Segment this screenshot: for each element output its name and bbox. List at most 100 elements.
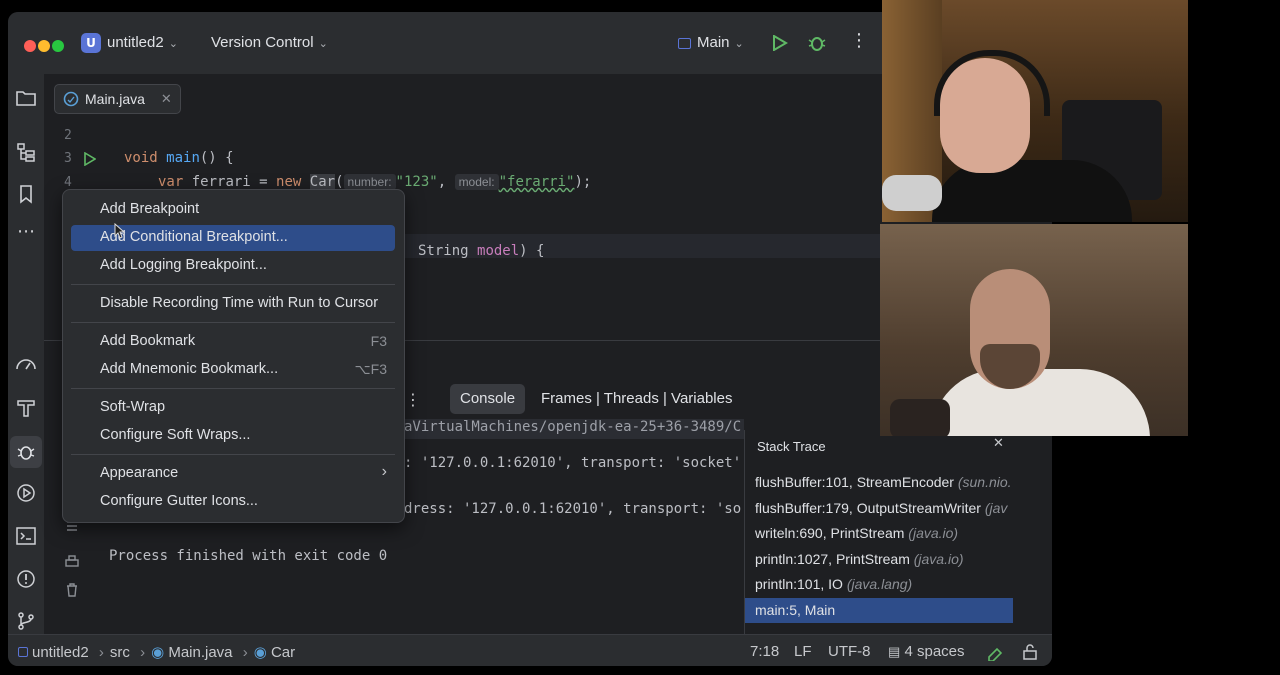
run-config-selector[interactable]: Main ⌄: [678, 34, 744, 51]
chevron-down-icon: ⌄: [734, 38, 744, 50]
left-tool-strip: ⋯: [8, 74, 44, 634]
run-icon[interactable]: [772, 35, 788, 51]
lock-icon[interactable]: [1022, 643, 1038, 661]
file-encoding[interactable]: UTF-8: [828, 643, 871, 660]
problems-icon[interactable]: [14, 567, 38, 591]
java-class-icon: [63, 91, 79, 107]
breadcrumb-class[interactable]: Car: [271, 644, 295, 661]
java-class-icon: ◉: [151, 644, 165, 661]
param-hint: number:: [343, 174, 396, 190]
console-line: Process finished with exit code 0: [109, 548, 388, 564]
structure-icon[interactable]: [14, 140, 38, 164]
print-icon[interactable]: [64, 554, 80, 570]
menu-separator: [71, 284, 395, 285]
line-separator[interactable]: LF: [794, 643, 812, 660]
breadcrumb: untitled2 › src › ◉ Main.java › ◉ Car: [18, 643, 295, 661]
chevron-down-icon: ⌄: [318, 38, 328, 50]
tab-console[interactable]: Console: [450, 384, 526, 414]
headphones: [934, 50, 1050, 116]
run-gutter-icon[interactable]: [84, 152, 96, 166]
console-line: dress: '127.0.0.1:62010', transport: 'so: [404, 501, 742, 517]
param-hint: model:: [454, 174, 499, 190]
menu-item-add-logging-breakpoint[interactable]: Add Logging Breakpoint...: [71, 253, 395, 279]
debug-icon[interactable]: [808, 34, 826, 52]
chevron-right-icon: ›: [98, 644, 104, 661]
project-badge[interactable]: U: [81, 33, 101, 53]
code-line-ctor: String model) {: [418, 243, 545, 259]
stack-frame[interactable]: println:1027, PrintStream (java.io): [745, 547, 1013, 572]
more-tools-icon[interactable]: ⋯: [14, 220, 38, 244]
trash-icon[interactable]: [64, 582, 80, 598]
menu-item-add-breakpoint[interactable]: Add Breakpoint: [71, 197, 395, 223]
microphone: [890, 399, 950, 436]
zoom-window-button[interactable]: [52, 40, 64, 52]
project-selector[interactable]: untitled2 ⌄: [107, 34, 178, 51]
terminal-icon[interactable]: [14, 524, 38, 548]
menu-separator: [71, 454, 395, 455]
line-number: 2: [64, 128, 72, 143]
run-config-label: Main: [697, 34, 730, 51]
stack-trace-title: Stack Trace: [757, 439, 826, 454]
code-line-3: void main() {: [124, 150, 234, 166]
indent-setting[interactable]: ▤ 4 spaces: [888, 643, 965, 660]
breadcrumb-file[interactable]: Main.java: [168, 644, 232, 661]
tab-main-java[interactable]: Main.java ✕: [54, 84, 181, 114]
chevron-right-icon: ›: [242, 644, 248, 661]
stack-frame[interactable]: flushBuffer:179, OutputStreamWriter (jav: [745, 496, 1013, 521]
chevron-right-icon: ›: [140, 644, 146, 661]
module-icon: [18, 647, 28, 657]
bookmark-icon[interactable]: [14, 182, 38, 206]
build-icon[interactable]: [14, 396, 38, 420]
menu-item-configure-soft-wraps[interactable]: Configure Soft Wraps...: [71, 423, 395, 449]
close-icon[interactable]: ✕: [993, 436, 1004, 451]
vcs-menu[interactable]: Version Control ⌄: [211, 34, 328, 51]
stack-trace-panel: Stack Trace ✕ flushBuffer:101, StreamEnc…: [744, 430, 1015, 634]
profiler-icon[interactable]: [14, 353, 38, 377]
code-style-icon[interactable]: [986, 643, 1004, 661]
breadcrumb-src[interactable]: src: [110, 644, 130, 661]
folder-icon[interactable]: [14, 86, 38, 110]
vcs-label: Version Control: [211, 34, 314, 51]
stack-frame[interactable]: flushBuffer:101, StreamEncoder (sun.nio.: [745, 470, 1013, 495]
status-bar: untitled2 › src › ◉ Main.java › ◉ Car 7:18 …: [8, 634, 1052, 666]
menu-item-disable-recording-time[interactable]: Disable Recording Time with Run to Curso…: [71, 291, 395, 317]
person-shoulders: [930, 369, 1150, 436]
debug-tool-active[interactable]: [10, 436, 42, 468]
menu-separator: [71, 388, 395, 389]
indent-icon: ▤: [888, 644, 901, 659]
menu-item-appearance[interactable]: Appearance ›: [71, 461, 395, 487]
chevron-down-icon: ⌄: [168, 38, 178, 50]
git-icon[interactable]: [14, 609, 38, 633]
run-config-icon: [678, 37, 691, 49]
code-line-4: var ferrari = new Car(number: "123", mode…: [158, 174, 592, 190]
line-number: 4: [64, 175, 72, 190]
menu-item-add-mnemonic-bookmark[interactable]: Add Mnemonic Bookmark... ⌥F3: [71, 357, 395, 383]
more-options-icon[interactable]: ⋮: [405, 390, 421, 409]
stack-frame[interactable]: println:101, IO (java.lang): [745, 572, 1013, 597]
microphone: [882, 175, 942, 211]
menu-item-soft-wrap[interactable]: Soft-Wrap: [71, 395, 395, 421]
close-icon[interactable]: ✕: [161, 91, 172, 107]
run-tool-icon[interactable]: [14, 481, 38, 505]
close-window-button[interactable]: [24, 40, 36, 52]
console-line: : '127.0.0.1:62010', transport: 'socket': [404, 455, 742, 471]
menu-item-configure-gutter-icons[interactable]: Configure Gutter Icons...: [71, 489, 395, 515]
caret-position[interactable]: 7:18: [750, 643, 779, 660]
tab-frames-threads-variables[interactable]: Frames | Threads | Variables: [541, 390, 732, 407]
breadcrumb-project[interactable]: untitled2: [32, 644, 89, 661]
menu-item-add-bookmark[interactable]: Add Bookmark F3: [71, 329, 395, 355]
person-shoulders: [932, 160, 1132, 222]
stack-frame[interactable]: writeln:690, PrintStream (java.io): [745, 521, 1013, 546]
menu-separator: [71, 322, 395, 323]
more-options-icon[interactable]: ⋮: [850, 32, 868, 50]
chevron-right-icon: ›: [381, 463, 387, 480]
webcam-feed-2: [880, 224, 1188, 436]
webcam-feed-1: [882, 0, 1188, 222]
minimize-window-button[interactable]: [38, 40, 50, 52]
gutter-context-menu: Add Breakpoint Add Conditional Breakpoin…: [62, 189, 405, 523]
project-name: untitled2: [107, 34, 164, 51]
tab-label: Main.java: [85, 91, 145, 107]
mouse-cursor-icon: [114, 223, 126, 239]
stack-frame-selected[interactable]: main:5, Main: [745, 598, 1013, 623]
line-number: 3: [64, 151, 72, 166]
